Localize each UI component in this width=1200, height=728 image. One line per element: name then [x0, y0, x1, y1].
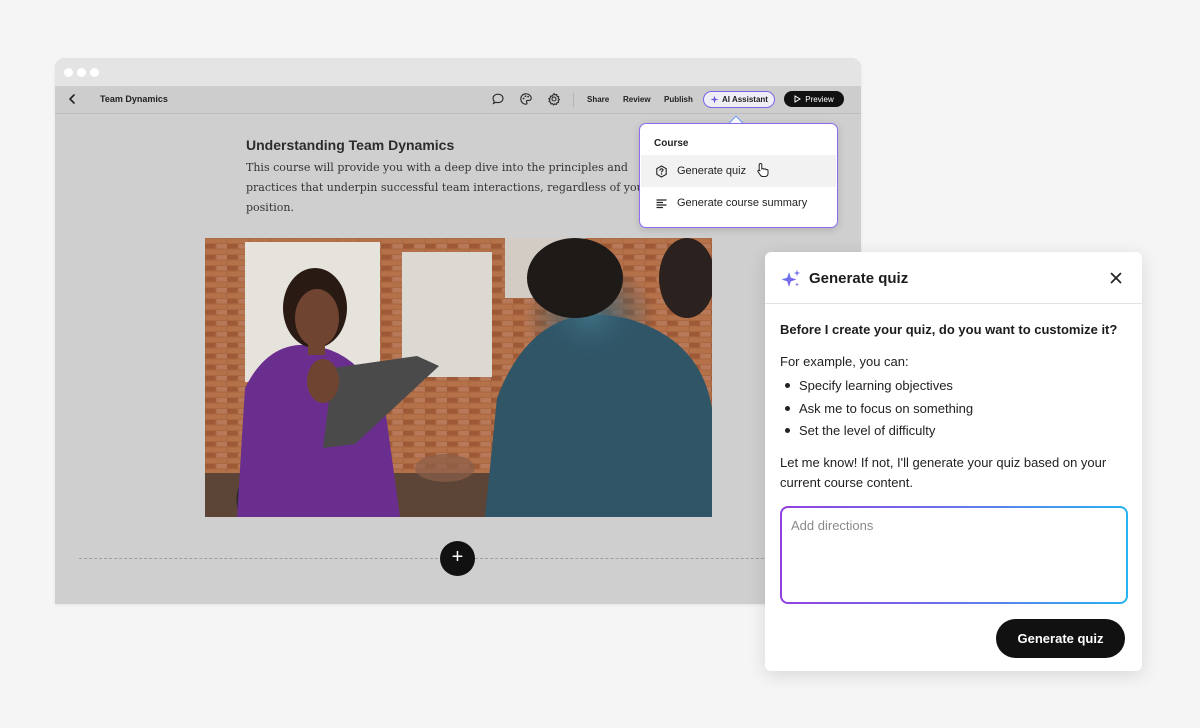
list-item: Set the level of difficulty [780, 421, 973, 444]
dialog-intro: For example, you can: [780, 354, 909, 369]
ai-assistant-button[interactable]: AI Assistant [703, 91, 775, 108]
add-block-button[interactable]: + [440, 541, 475, 576]
review-button[interactable]: Review [623, 95, 651, 104]
window-dot-maximize[interactable] [90, 68, 99, 77]
ai-assistant-menu: Course Generate quiz Generate course sum… [639, 123, 838, 228]
menu-item-label: Generate quiz [677, 165, 747, 177]
generate-quiz-button[interactable]: Generate quiz [996, 619, 1125, 658]
palette-icon[interactable] [519, 92, 533, 106]
quiz-question-icon [656, 164, 667, 178]
publish-button[interactable]: Publish [664, 95, 693, 104]
share-button[interactable]: Share [587, 95, 609, 104]
menu-section-title: Course [654, 138, 689, 149]
dialog-header: Generate quiz [765, 252, 1142, 304]
editor-toolbar: Team Dynamics Share Review Publish AI As… [55, 86, 861, 114]
preview-button[interactable]: Preview [784, 91, 844, 107]
back-arrow-icon[interactable] [64, 91, 80, 107]
generate-quiz-dialog: Generate quiz Before I create your quiz,… [765, 252, 1142, 671]
comment-icon[interactable] [491, 92, 505, 106]
dialog-outro: Let me know! If not, I'll generate your … [780, 455, 1107, 490]
list-item: Specify learning objectives [780, 376, 973, 399]
preview-label: Preview [805, 94, 834, 104]
page-body-text: This course will provide you with a deep… [246, 161, 649, 214]
menu-item-label: Generate course summary [677, 197, 808, 209]
menu-item-generate-quiz[interactable]: Generate quiz [641, 155, 836, 187]
course-image [205, 238, 712, 517]
meeting-photo [205, 238, 712, 517]
summary-lines-icon [656, 198, 667, 208]
sparkle-icon [710, 95, 719, 104]
close-icon[interactable] [1109, 271, 1123, 285]
course-title: Team Dynamics [100, 94, 168, 104]
customization-options-list: Specify learning objectives Ask me to fo… [780, 376, 973, 444]
window-dot-close[interactable] [64, 68, 73, 77]
hand-pointer-cursor-icon [757, 162, 769, 177]
menu-item-generate-course-summary[interactable]: Generate course summary [641, 187, 836, 219]
list-item: Ask me to focus on something [780, 399, 973, 422]
directions-input[interactable] [782, 508, 1126, 602]
page-heading: Understanding Team Dynamics [246, 137, 455, 153]
gear-icon[interactable] [547, 92, 561, 106]
dialog-question: Before I create your quiz, do you want t… [780, 322, 1118, 337]
ai-assistant-label: AI Assistant [722, 95, 768, 104]
toolbar-divider [573, 93, 574, 107]
sparkle-icon [781, 269, 801, 287]
window-dot-minimize[interactable] [77, 68, 86, 77]
directions-input-frame [780, 506, 1128, 604]
play-icon [794, 95, 802, 103]
dialog-title: Generate quiz [809, 270, 909, 287]
window-chrome [55, 58, 861, 86]
